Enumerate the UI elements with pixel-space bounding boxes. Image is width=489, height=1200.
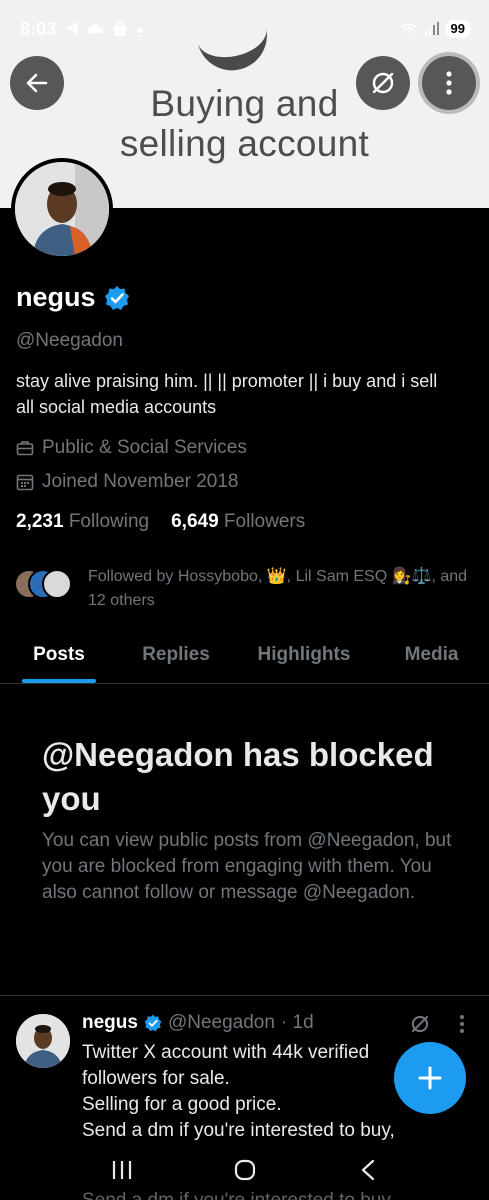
active-tab-indicator — [22, 679, 96, 683]
profile-category: Public & Social Services — [16, 437, 247, 459]
signal-icon — [423, 21, 439, 37]
followed-by-avatars — [14, 565, 76, 601]
post-line: Twitter X account with 44k verified — [82, 1042, 370, 1063]
tab-label: Replies — [142, 644, 210, 665]
post-avatar[interactable] — [16, 1014, 70, 1068]
followed-by-row[interactable]: Followed by Hossybobo, 👑, Lil Sam ESQ 👩‍… — [14, 565, 468, 613]
shopping-bag-icon — [112, 21, 128, 37]
grok-icon — [372, 72, 394, 94]
profile-bio: stay alive praising him. || || promoter … — [16, 371, 438, 417]
followers-count: 6,649 — [171, 511, 219, 532]
back-nav-icon — [361, 1159, 374, 1181]
post-time: · 1d — [280, 1012, 314, 1033]
banner-line-1: Buying and — [150, 83, 339, 124]
tab-label: Posts — [33, 644, 85, 665]
scrolled-post-text: Send a dm if you're interested to buy, — [82, 1188, 395, 1200]
back-button[interactable] — [10, 56, 64, 110]
blocked-description: You can view public posts from @Neegadon… — [42, 830, 452, 903]
cloud-icon — [88, 21, 104, 37]
profile-joined: Joined November 2018 — [16, 471, 238, 493]
tab-media[interactable]: Media — [374, 630, 489, 683]
divider — [0, 995, 489, 996]
profile-tabs: Posts Replies Highlights Media — [0, 630, 489, 684]
back-arrow-icon — [26, 73, 48, 93]
recents-icon — [112, 1161, 131, 1179]
tab-highlights[interactable]: Highlights — [234, 630, 374, 683]
back-nav-button[interactable] — [348, 1150, 388, 1190]
following-link[interactable]: 2,231 Following — [16, 511, 149, 533]
followed-by-text: Followed by Hossybobo, 👑, Lil Sam ESQ 👩‍… — [88, 568, 468, 609]
post-more-button[interactable] — [454, 1012, 470, 1036]
wifi-icon — [400, 21, 417, 37]
banner-text: Buying and selling account — [0, 84, 489, 164]
follow-counts: 2,231 Following 6,649 Followers — [16, 511, 305, 533]
recents-button[interactable] — [102, 1150, 142, 1190]
home-icon — [234, 1159, 255, 1181]
status-time: 8:03 — [20, 18, 57, 39]
post-text[interactable]: Twitter X account with 44k verified foll… — [82, 1040, 422, 1144]
more-options-button[interactable] — [422, 56, 476, 110]
following-label: Following — [68, 511, 150, 532]
verified-badge-icon — [144, 1014, 162, 1032]
post-author-handle: @Neegadon — [167, 1012, 275, 1033]
profile-handle: @Neegadon — [16, 330, 123, 351]
post-grok-button[interactable] — [408, 1012, 432, 1036]
status-bar: 8:03 99 — [0, 0, 489, 58]
category-label: Public & Social Services — [42, 437, 247, 458]
blocked-title: @Neegadon has blocked you — [42, 736, 434, 817]
verified-badge-icon[interactable] — [104, 285, 130, 311]
tab-label: Highlights — [257, 644, 351, 665]
joined-label: Joined November 2018 — [42, 471, 239, 492]
followers-label: Followers — [223, 511, 306, 532]
tab-label: Media — [404, 644, 459, 665]
tab-posts[interactable]: Posts — [0, 630, 118, 683]
post-header: negus @Neegadon · 1d — [82, 1012, 314, 1034]
banner-line-2: selling account — [119, 123, 370, 164]
followers-link[interactable]: 6,649 Followers — [171, 511, 305, 533]
notification-dot-icon — [136, 21, 152, 37]
compose-post-button[interactable] — [394, 1042, 466, 1114]
briefcase-icon — [16, 441, 34, 456]
tab-replies[interactable]: Replies — [118, 630, 234, 683]
profile-avatar[interactable] — [11, 158, 113, 260]
follower-avatar — [42, 569, 72, 599]
profile-name-row: negus — [16, 282, 130, 313]
display-name: negus — [16, 282, 96, 312]
more-vertical-icon — [446, 71, 452, 95]
home-button[interactable] — [225, 1150, 265, 1190]
grok-button[interactable] — [356, 56, 410, 110]
telegram-icon — [64, 21, 80, 37]
following-count: 2,231 — [16, 511, 64, 532]
post-line: Selling for a good price. — [82, 1094, 282, 1115]
plus-icon — [418, 1066, 442, 1090]
post-author-name[interactable]: negus — [82, 1012, 138, 1034]
battery-indicator: 99 — [444, 20, 471, 38]
calendar-icon — [16, 474, 34, 491]
grok-icon — [411, 1015, 429, 1033]
more-vertical-icon — [460, 1015, 464, 1033]
post-line: followers for sale. — [82, 1068, 230, 1089]
